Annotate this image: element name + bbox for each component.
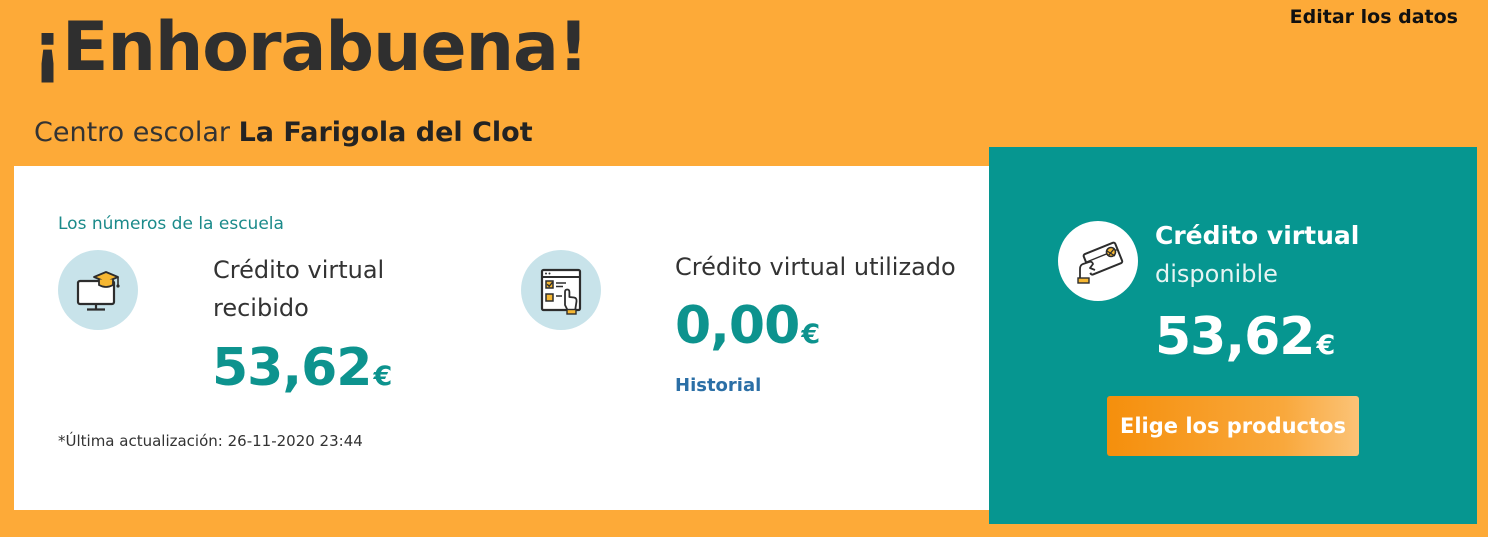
school-stats-card: Los números de la escuela Crédito virtua… bbox=[14, 166, 1014, 510]
edit-data-link[interactable]: Editar los datos bbox=[1290, 4, 1458, 30]
available-amount-value: 53,62 bbox=[1155, 307, 1315, 367]
available-credit-subtitle: disponible bbox=[1155, 260, 1278, 288]
history-link[interactable]: Historial bbox=[675, 373, 761, 399]
page-title: ¡Enhorabuena! bbox=[32, 8, 589, 87]
choose-products-button[interactable]: Elige los productos bbox=[1107, 396, 1359, 456]
used-credit-label: Crédito virtual utilizado bbox=[675, 253, 956, 281]
school-line: Centro escolar La Farigola del Clot bbox=[34, 114, 533, 152]
used-credit-amount: 0,00€ bbox=[675, 296, 820, 365]
gift-card-hand-icon bbox=[1058, 221, 1138, 301]
available-credit-title: Crédito virtual bbox=[1155, 221, 1360, 250]
used-currency: € bbox=[801, 319, 820, 350]
school-prefix: Centro escolar bbox=[34, 117, 230, 148]
used-amount-value: 0,00 bbox=[675, 296, 800, 356]
received-credit-label: Crédito virtual recibido bbox=[213, 256, 385, 322]
last-update-note: *Última actualización: 26-11-2020 23:44 bbox=[58, 432, 363, 450]
received-credit-amount: 53,62€ bbox=[212, 338, 392, 407]
available-currency: € bbox=[1316, 330, 1335, 361]
received-currency: € bbox=[373, 361, 392, 392]
available-credit-amount: 53,62€ bbox=[1155, 305, 1335, 378]
graduation-computer-icon bbox=[58, 250, 138, 330]
stats-title: Los números de la escuela bbox=[58, 214, 284, 234]
available-credit-card: Crédito virtual disponible 53,62€ Elige … bbox=[989, 147, 1477, 524]
checklist-touch-icon bbox=[521, 250, 601, 330]
received-amount-value: 53,62 bbox=[212, 338, 372, 398]
school-name: La Farigola del Clot bbox=[238, 117, 533, 148]
